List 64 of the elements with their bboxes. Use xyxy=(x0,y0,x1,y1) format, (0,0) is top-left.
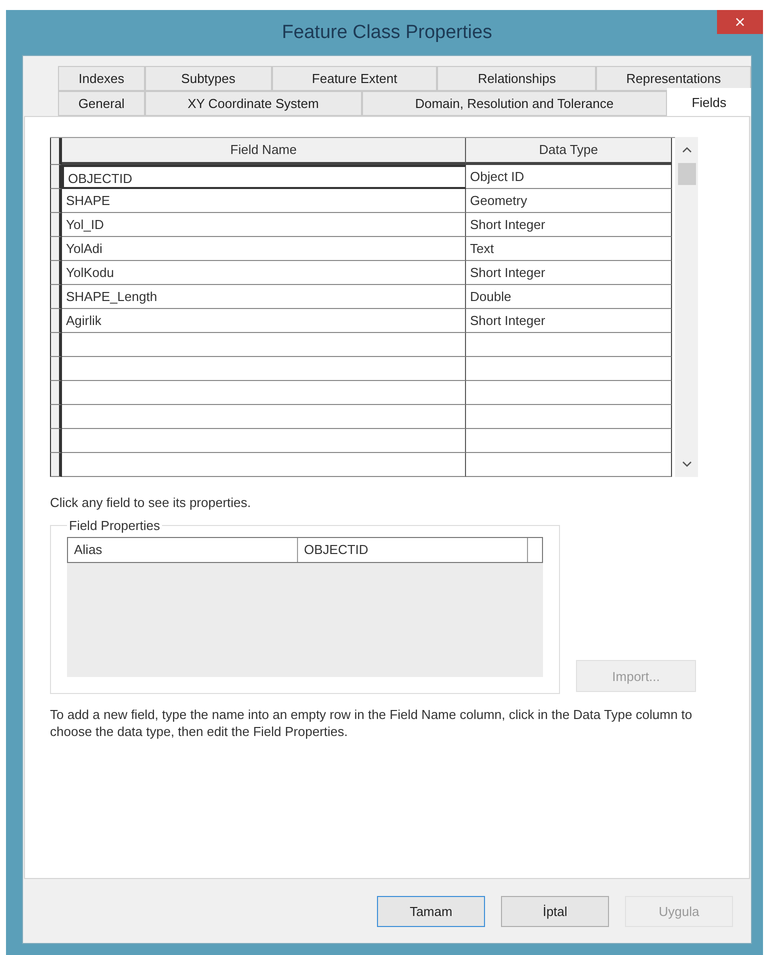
row-selector[interactable] xyxy=(50,261,62,285)
tab[interactable]: XY Coordinate System xyxy=(144,91,362,116)
table-cell[interactable] xyxy=(62,405,466,429)
table-cell[interactable]: SHAPE_Length xyxy=(62,285,466,309)
tab[interactable]: General xyxy=(58,91,145,116)
tab[interactable]: Indexes xyxy=(58,66,145,91)
window-title: Feature Class Properties xyxy=(282,22,492,44)
table-cell[interactable]: Short Integer xyxy=(466,213,672,237)
row-selector[interactable] xyxy=(50,213,62,237)
table-cell[interactable]: YolKodu xyxy=(62,261,466,285)
row-selector[interactable] xyxy=(50,357,62,381)
table-cell[interactable] xyxy=(62,333,466,357)
group-title: Field Properties xyxy=(68,518,162,533)
table-cell[interactable] xyxy=(62,357,466,381)
table-cell[interactable] xyxy=(466,357,672,381)
table-cell[interactable] xyxy=(466,405,672,429)
hint-text: Click any field to see its properties. xyxy=(50,495,252,510)
instructions-text: To add a new field, type the name into an empty row in the Field Name column, click in the Data Type column to choose the data type, then edit the Field Properties. xyxy=(50,706,694,740)
table-cell[interactable]: SHAPE xyxy=(62,189,466,213)
column-header[interactable]: Data Type xyxy=(466,138,672,165)
header-corner xyxy=(50,138,62,165)
close-button[interactable]: × xyxy=(717,10,763,34)
scrollbar[interactable] xyxy=(675,137,698,477)
tab[interactable]: Feature Extent xyxy=(272,66,438,91)
row-selector[interactable] xyxy=(50,333,62,357)
table-cell[interactable]: Yol_ID xyxy=(62,213,466,237)
row-selector[interactable] xyxy=(50,285,62,309)
table-cell[interactable]: Geometry xyxy=(466,189,672,213)
table-cell[interactable] xyxy=(62,453,466,477)
table-cell[interactable]: OBJECTID xyxy=(62,165,466,189)
row-selector[interactable] xyxy=(50,309,62,333)
table-cell[interactable] xyxy=(466,453,672,477)
tab[interactable]: Subtypes xyxy=(144,66,272,91)
dialog-button[interactable]: Tamam xyxy=(377,896,485,926)
tab[interactable]: Fields xyxy=(667,88,751,116)
table-cell[interactable]: Double xyxy=(466,285,672,309)
table-cell[interactable] xyxy=(466,333,672,357)
property-value[interactable]: OBJECTID xyxy=(298,538,528,562)
table-cell[interactable]: Short Integer xyxy=(466,261,672,285)
dialog-button[interactable]: İptal xyxy=(501,896,609,926)
table-cell[interactable] xyxy=(466,381,672,405)
table-cell[interactable] xyxy=(62,381,466,405)
row-selector[interactable] xyxy=(50,453,62,477)
table-cell[interactable] xyxy=(466,429,672,453)
scroll-thumb[interactable] xyxy=(678,163,696,185)
column-header[interactable]: Field Name xyxy=(62,138,466,165)
scroll-up-icon[interactable] xyxy=(682,147,692,153)
tab[interactable]: Domain, Resolution and Tolerance xyxy=(362,91,668,116)
tab[interactable]: Representations xyxy=(596,66,751,91)
table-cell[interactable]: YolAdi xyxy=(62,237,466,261)
table-cell[interactable]: Short Integer xyxy=(466,309,672,333)
row-selector[interactable] xyxy=(50,405,62,429)
property-label: Alias xyxy=(68,538,298,562)
row-selector[interactable] xyxy=(50,381,62,405)
table-cell[interactable]: Text xyxy=(466,237,672,261)
row-selector[interactable] xyxy=(50,189,62,213)
tab[interactable]: Relationships xyxy=(437,66,596,91)
table-cell[interactable]: Agirlik xyxy=(62,309,466,333)
row-selector[interactable] xyxy=(50,429,62,453)
row-selector[interactable] xyxy=(50,237,62,261)
table-cell[interactable]: Object ID xyxy=(466,165,672,189)
row-selector[interactable] xyxy=(50,165,62,189)
scroll-down-icon[interactable] xyxy=(682,461,692,467)
table-cell[interactable] xyxy=(62,429,466,453)
